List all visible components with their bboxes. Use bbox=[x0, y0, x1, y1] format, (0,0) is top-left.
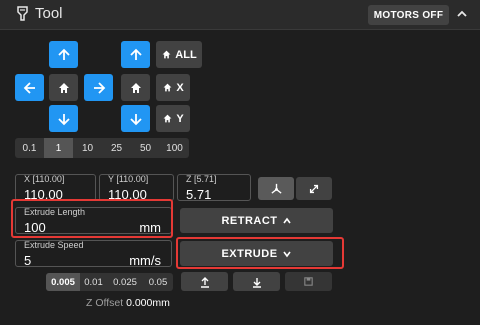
tool-icon bbox=[17, 6, 28, 21]
step-option-active[interactable]: 1 bbox=[44, 138, 73, 158]
home-x-label: X bbox=[176, 81, 184, 94]
arrow-left-icon bbox=[23, 81, 35, 94]
z-offset-step[interactable]: 0.01 bbox=[80, 273, 107, 291]
home-x-button[interactable]: X bbox=[156, 74, 190, 101]
y-position-field[interactable]: Y [110.00] 110.00 bbox=[99, 174, 174, 202]
arrow-right-icon bbox=[93, 81, 105, 94]
arrow-down-icon bbox=[129, 113, 142, 125]
step-option[interactable]: 100 bbox=[160, 138, 189, 158]
coordinate-mode-button[interactable] bbox=[258, 177, 294, 200]
z-position-label: Z [5.71] bbox=[186, 174, 217, 184]
arrow-up-icon bbox=[57, 48, 70, 60]
z-position-value: 5.71 bbox=[186, 187, 212, 202]
home-icon bbox=[163, 83, 172, 92]
extrude-speed-unit: mm/s bbox=[129, 253, 161, 268]
y-position-label: Y [110.00] bbox=[108, 174, 149, 184]
highlight-extrude-length bbox=[11, 199, 173, 238]
step-option[interactable]: 25 bbox=[102, 138, 131, 158]
arrow-down-icon bbox=[57, 113, 70, 125]
download-arrow-icon bbox=[252, 277, 261, 288]
retract-button[interactable]: RETRACT bbox=[180, 208, 333, 233]
upload-arrow-icon bbox=[200, 276, 209, 288]
step-option[interactable]: 0.1 bbox=[15, 138, 44, 158]
z-position-field[interactable]: Z [5.71] 5.71 bbox=[177, 174, 251, 202]
motors-off-button[interactable]: MOTORS OFF bbox=[368, 5, 449, 25]
home-xy-button[interactable] bbox=[49, 74, 78, 101]
jog-z-minus-button[interactable] bbox=[121, 105, 150, 132]
expand-button[interactable] bbox=[296, 177, 332, 200]
tool-panel-header: Tool MOTORS OFF bbox=[0, 0, 480, 30]
extrude-speed-field[interactable]: Extrude Speed 5 mm/s bbox=[15, 240, 172, 268]
home-all-label: ALL bbox=[175, 48, 197, 61]
arrow-up-icon bbox=[129, 48, 142, 60]
z-offset-step-active[interactable]: 0.005 bbox=[46, 273, 80, 291]
jog-z-plus-button[interactable] bbox=[121, 41, 150, 68]
home-icon bbox=[162, 50, 171, 59]
jog-y-minus-button[interactable] bbox=[49, 105, 78, 132]
z-offset-step-selector: 0.005 0.01 0.025 0.05 bbox=[46, 273, 173, 291]
z-offset-step[interactable]: 0.025 bbox=[107, 273, 143, 291]
home-icon bbox=[163, 114, 172, 123]
home-y-button[interactable]: Y bbox=[156, 105, 190, 132]
z-offset-readout: Z Offset 0.000mm bbox=[86, 297, 170, 309]
extrude-speed-value: 5 bbox=[24, 253, 32, 268]
home-all-button[interactable]: ALL bbox=[156, 41, 202, 68]
x-position-label: X [110.00] bbox=[24, 174, 65, 184]
jog-y-plus-button[interactable] bbox=[49, 41, 78, 68]
z-offset-up-button[interactable] bbox=[181, 272, 228, 291]
axes-icon bbox=[270, 183, 282, 194]
jog-step-selector: 0.1 1 10 25 50 100 bbox=[15, 138, 189, 158]
save-icon bbox=[304, 277, 313, 286]
save-z-offset-button[interactable] bbox=[285, 272, 332, 291]
chevron-up-icon[interactable] bbox=[455, 7, 469, 21]
z-offset-step[interactable]: 0.05 bbox=[143, 273, 173, 291]
z-offset-value: 0.000mm bbox=[126, 297, 170, 309]
z-offset-down-button[interactable] bbox=[233, 272, 280, 291]
home-icon bbox=[130, 82, 141, 93]
chevron-up-icon bbox=[282, 217, 291, 223]
home-z-button[interactable] bbox=[121, 74, 150, 101]
home-icon bbox=[58, 82, 69, 93]
step-option[interactable]: 50 bbox=[131, 138, 160, 158]
retract-label: RETRACT bbox=[221, 214, 278, 227]
step-option[interactable]: 10 bbox=[73, 138, 102, 158]
x-position-field[interactable]: X [110.00] 110.00 bbox=[15, 174, 96, 202]
panel-title: Tool bbox=[35, 5, 63, 22]
jog-x-minus-button[interactable] bbox=[15, 74, 44, 101]
z-offset-label: Z Offset bbox=[86, 297, 124, 309]
highlight-extrude-button bbox=[176, 237, 344, 269]
expand-icon bbox=[309, 184, 319, 193]
jog-x-plus-button[interactable] bbox=[84, 74, 113, 101]
home-y-label: Y bbox=[176, 112, 184, 125]
extrude-speed-label: Extrude Speed bbox=[24, 240, 84, 250]
